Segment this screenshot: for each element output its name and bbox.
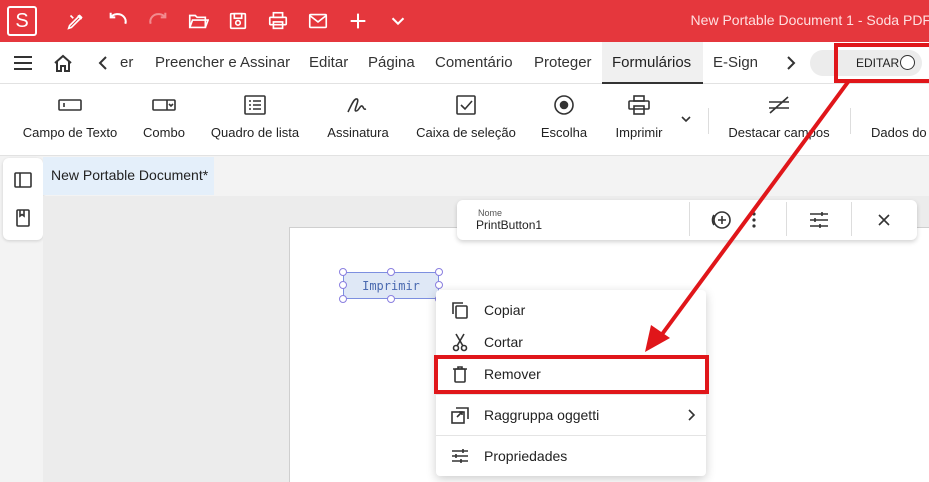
text-field-icon	[57, 94, 83, 116]
field-properties-bar: Nome PrintButton1	[457, 200, 917, 240]
scissors-icon	[450, 332, 470, 352]
menu-item-edit[interactable]: Editar	[309, 54, 348, 71]
text-field-label: Campo de Texto	[22, 125, 118, 140]
menu-item-partial[interactable]: er	[120, 54, 133, 71]
combo-icon	[151, 94, 177, 116]
combo-tool[interactable]: Combo	[140, 84, 188, 156]
form-data-tool[interactable]: Dados do	[866, 84, 929, 156]
context-divider	[436, 435, 706, 436]
context-divider	[436, 394, 706, 395]
bookmark-icon[interactable]	[13, 208, 33, 228]
save-icon[interactable]	[226, 9, 250, 33]
title-bar: S New Portable Document 1 - Soda PDF	[0, 0, 929, 42]
signature-label: Assinatura	[327, 125, 389, 140]
highlight-fields-tool[interactable]: Destacar campos	[728, 84, 830, 156]
list-box-tool[interactable]: Quadro de lista	[211, 84, 299, 156]
form-data-label: Dados do	[871, 125, 927, 140]
menu-item-forms[interactable]: Formulários	[602, 42, 703, 84]
group-objects-icon	[450, 405, 470, 425]
resize-handle[interactable]	[339, 295, 347, 303]
hamburger-icon[interactable]	[12, 53, 34, 73]
props-divider	[786, 202, 787, 236]
list-box-label: Quadro de lista	[210, 125, 300, 140]
add-action-icon[interactable]	[709, 208, 733, 232]
resize-handle[interactable]	[339, 281, 347, 289]
print-label: Imprimir	[615, 125, 663, 140]
chevron-right-icon[interactable]	[784, 54, 798, 72]
checkbox-tool[interactable]: Caixa de seleção	[416, 84, 516, 156]
ribbon-divider	[850, 108, 851, 134]
print-button-tool[interactable]: Imprimir	[612, 84, 666, 156]
menu-item-fill-sign[interactable]: Preencher e Assinar	[155, 54, 290, 71]
context-item-label: Propriedades	[484, 448, 568, 464]
copy-icon	[450, 300, 470, 320]
context-item-copy[interactable]: Copiar	[436, 294, 706, 326]
settings-sliders-icon[interactable]	[807, 208, 831, 232]
print-icon[interactable]	[266, 9, 290, 33]
chevron-right-icon	[686, 407, 698, 423]
resize-handle[interactable]	[339, 268, 347, 276]
ribbon-toolbar: Campo de Texto Combo Quadro de lista Ass…	[0, 84, 929, 156]
document-tab[interactable]: New Portable Document*	[43, 157, 214, 195]
field-name-value[interactable]: PrintButton1	[476, 218, 542, 232]
signature-tool[interactable]: Assinatura	[325, 84, 391, 156]
highlight-box-remove	[434, 355, 709, 394]
radio-label: Escolha	[540, 125, 588, 140]
menu-item-comment[interactable]: Comentário	[435, 54, 513, 71]
signature-icon	[345, 94, 371, 116]
sidebar-toggle-icon[interactable]	[13, 170, 33, 190]
menu-item-page[interactable]: Página	[368, 54, 415, 71]
print-icon	[626, 94, 652, 116]
ribbon-divider	[708, 108, 709, 134]
undo-icon[interactable]	[106, 9, 130, 33]
window-title: New Portable Document 1 - Soda PDF	[690, 12, 929, 28]
home-icon[interactable]	[52, 52, 74, 74]
menu-item-forms-label: Formulários	[612, 54, 692, 71]
more-options-icon[interactable]	[742, 208, 766, 232]
pen-icon[interactable]	[64, 9, 88, 33]
radio-icon	[551, 94, 577, 116]
chevron-down-icon[interactable]	[386, 9, 410, 33]
close-icon[interactable]	[872, 208, 896, 232]
resize-handle[interactable]	[387, 268, 395, 276]
context-item-group[interactable]: Raggruppa oggetti	[436, 399, 706, 431]
menu-item-protect[interactable]: Proteger	[534, 54, 592, 71]
resize-handle[interactable]	[387, 295, 395, 303]
properties-sliders-icon	[450, 446, 470, 466]
folder-open-icon[interactable]	[186, 9, 210, 33]
app-logo: S	[7, 6, 37, 36]
mail-icon[interactable]	[306, 9, 330, 33]
context-item-label: Cortar	[484, 334, 523, 350]
menu-item-esign[interactable]: E-Sign	[713, 54, 758, 71]
list-box-icon	[242, 94, 268, 116]
redo-icon[interactable]	[146, 9, 170, 33]
context-item-label: Copiar	[484, 302, 526, 318]
highlight-fields-icon	[766, 94, 792, 116]
ribbon-chevron-down-icon[interactable]	[679, 112, 693, 126]
props-divider	[689, 202, 690, 236]
text-field-tool[interactable]: Campo de Texto	[22, 84, 118, 156]
field-name-label: Nome	[478, 208, 503, 218]
left-side-panel	[3, 158, 43, 240]
highlight-box-edit-toggle	[834, 43, 929, 83]
menu-bar: er Preencher e Assinar Editar Página Com…	[0, 42, 929, 84]
context-item-properties[interactable]: Propriedades	[436, 440, 706, 472]
checkbox-icon	[453, 94, 479, 116]
radio-tool[interactable]: Escolha	[540, 84, 588, 156]
resize-handle[interactable]	[435, 281, 443, 289]
context-item-cut[interactable]: Cortar	[436, 326, 706, 358]
highlight-fields-label: Destacar campos	[728, 125, 830, 140]
context-item-label: Raggruppa oggetti	[484, 407, 600, 423]
checkbox-label: Caixa de seleção	[416, 125, 516, 140]
props-divider	[851, 202, 852, 236]
resize-handle[interactable]	[435, 268, 443, 276]
chevron-left-icon[interactable]	[96, 54, 110, 72]
combo-label: Combo	[143, 125, 185, 140]
form-data-icon	[903, 94, 929, 116]
plus-icon[interactable]	[346, 9, 370, 33]
